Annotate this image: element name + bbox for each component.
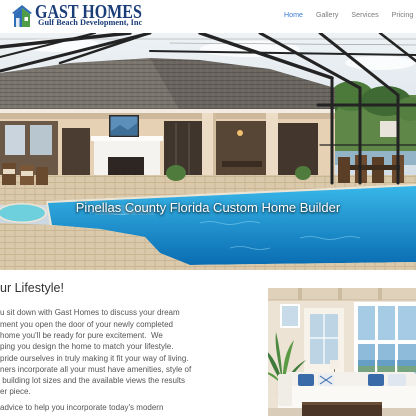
logo-link[interactable]: GAST HOMES Gulf Beach Development, Inc — [0, 0, 150, 33]
hero-image — [0, 33, 416, 270]
interior-photo — [268, 288, 416, 416]
text-line: ping you design the home to match your l… — [0, 342, 174, 352]
nav-item-gallery[interactable]: Gallery — [316, 10, 338, 20]
text-line: u sit down with Gast Homes to discuss yo… — [0, 308, 180, 318]
house-icon — [12, 5, 32, 27]
text-line: advice to help you incorporate today's m… — [0, 403, 164, 413]
main-nav: Home Gallery Services Pricing — [284, 10, 413, 20]
hero-banner: Pinellas County Florida Custom Home Buil… — [0, 33, 416, 270]
intro-heading: ur Lifestyle! — [0, 281, 64, 295]
nav-item-pricing[interactable]: Pricing — [392, 10, 414, 20]
site-header: GAST HOMES Gulf Beach Development, Inc H… — [0, 0, 416, 33]
intro-paragraph: u sit down with Gast Homes to discuss yo… — [0, 307, 262, 397]
page: GAST HOMES Gulf Beach Development, Inc H… — [0, 0, 416, 416]
text-line: pride ourselves in truly making it fit y… — [0, 353, 189, 363]
intro-text: u sit down with Gast Homes to discuss yo… — [0, 307, 262, 416]
logo-subtitle: Gulf Beach Development, Inc — [38, 18, 143, 27]
nav-item-services[interactable]: Services — [351, 10, 378, 20]
text-line: building lot sizes and the available vie… — [0, 376, 185, 386]
hero-caption: Pinellas County Florida Custom Home Buil… — [75, 200, 341, 215]
text-line: ment you open the door of your newly com… — [0, 319, 173, 329]
living-room-image — [268, 288, 416, 416]
text-line: er piece. — [0, 387, 31, 397]
intro-paragraph: advice to help you incorporate today's m… — [0, 402, 262, 413]
text-line: ners incorporate all your must have amen… — [0, 364, 192, 374]
text-line: home you'll be ready for pure excitement… — [0, 330, 163, 340]
nav-item-home[interactable]: Home — [284, 10, 303, 20]
